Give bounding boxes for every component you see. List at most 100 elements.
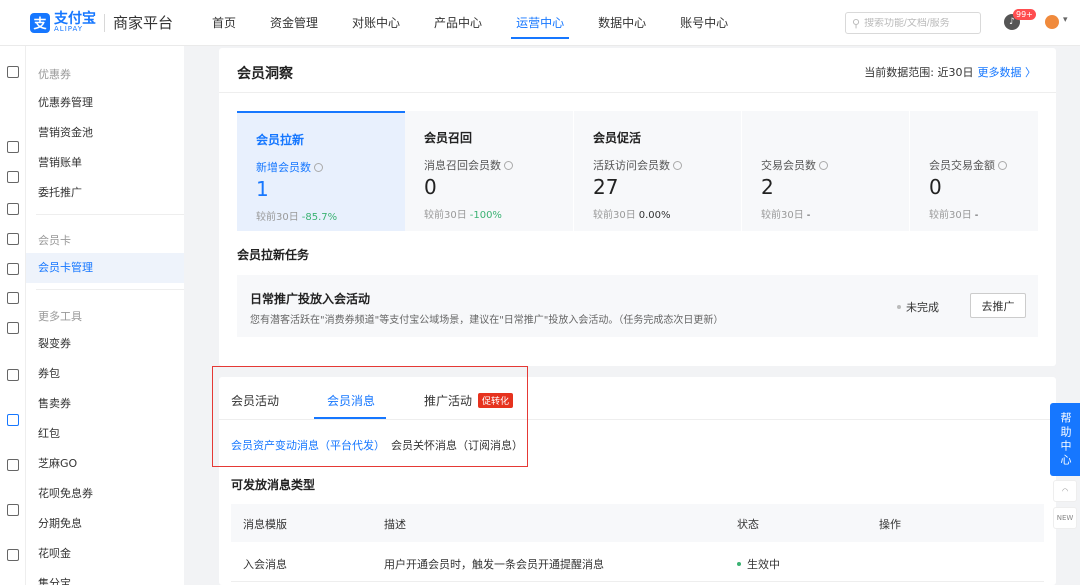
brand-title: 商家平台 — [113, 14, 174, 32]
stat-heading: 会员拉新 — [256, 133, 305, 147]
cell-status: 生效中 — [737, 556, 780, 572]
alipay-icon: 支 — [30, 12, 50, 33]
target-icon[interactable] — [7, 549, 19, 561]
highlight-box — [212, 366, 528, 467]
table-row: 入会消息 用户开通会员时，触发一条会员开通提醒消息 生效中 — [231, 542, 1044, 582]
info-icon[interactable] — [673, 161, 682, 170]
avatar[interactable] — [1045, 15, 1059, 29]
nav-funds[interactable]: 资金管理 — [253, 0, 335, 46]
stat-heading: 会员召回 — [424, 131, 473, 145]
nav-operations[interactable]: 运营中心 — [499, 0, 581, 46]
sidebar-item-fission-coupon[interactable]: 裂变券 — [26, 329, 184, 359]
receipt-icon[interactable] — [7, 171, 19, 183]
stat-compare: 较前30日 -85.7% — [256, 212, 338, 223]
top-nav-menu: 首页 资金管理 对账中心 产品中心 运营中心 数据中心 账号中心 — [195, 0, 745, 46]
document-icon[interactable] — [7, 369, 19, 381]
info-icon[interactable] — [998, 161, 1007, 170]
nav-products[interactable]: 产品中心 — [417, 0, 499, 46]
icon-rail — [0, 46, 26, 585]
stat-active-members[interactable]: 会员促活 活跃访问会员数 27 较前30日 0.00% — [574, 111, 742, 231]
task-status: 未完成 — [897, 299, 939, 315]
status-dot — [737, 562, 741, 566]
data-range: 当前数据范围: 近30日 更多数据 〉 — [864, 64, 1036, 80]
stat-compare: 较前30日 - — [929, 210, 979, 221]
nav-reconciliation[interactable]: 对账中心 — [335, 0, 417, 46]
task-card: 日常推广投放入会活动 您有潜客活跃在"消费券频道"等支付宝公域场景，建议在"日常… — [237, 275, 1038, 337]
info-icon[interactable] — [819, 161, 828, 170]
sidebar-item-marketing-bill[interactable]: 营销账单 — [26, 148, 184, 178]
tablet-icon[interactable] — [7, 233, 19, 245]
stat-label: 新增会员数 — [256, 159, 323, 175]
stat-label: 活跃访问会员数 — [593, 157, 682, 173]
sidebar-item-delegated-promo[interactable]: 委托推广 — [26, 178, 184, 208]
task-name: 日常推广投放入会活动 — [250, 292, 371, 306]
screen-icon[interactable] — [7, 66, 19, 78]
nav-data[interactable]: 数据中心 — [581, 0, 663, 46]
column-header: 操作 — [879, 518, 901, 531]
more-data-link[interactable]: 更多数据 〉 — [978, 66, 1037, 79]
column-header: 消息模版 — [243, 518, 287, 531]
sidebar-item-coupon-manage[interactable]: 优惠券管理 — [26, 88, 184, 118]
sidebar-item-red-packet[interactable]: 红包 — [26, 419, 184, 449]
notification-badge: 99+ — [1013, 9, 1036, 20]
stat-transaction-amount[interactable]: 会员交易金额 0 较前30日 - — [910, 111, 1038, 231]
status-dot — [897, 305, 901, 309]
settings-icon[interactable] — [7, 504, 19, 516]
stat-heading: 会员促活 — [593, 131, 642, 145]
headset-icon[interactable]: ◠ — [1053, 480, 1077, 502]
cube-icon[interactable] — [7, 141, 19, 153]
sidebar-item-sale-coupon[interactable]: 售卖券 — [26, 389, 184, 419]
sidebar-divider — [36, 214, 184, 215]
stat-new-members[interactable]: 会员拉新 新增会员数 1 较前30日 -85.7% — [237, 111, 405, 231]
logo-cn-text: 支付宝 — [54, 11, 96, 27]
stat-compare: 较前30日 -100% — [424, 210, 502, 221]
column-header: 描述 — [384, 518, 406, 531]
new-icon[interactable]: NEW — [1053, 507, 1077, 529]
stat-transaction-members[interactable]: 交易会员数 2 较前30日 - — [742, 111, 910, 231]
alipay-logo[interactable]: 支 支付宝 ALIPAY 商家平台 — [30, 12, 175, 33]
range-label: 当前数据范围: 近30日 — [864, 66, 974, 79]
search-input[interactable] — [864, 17, 975, 29]
stats-panel: 会员拉新 新增会员数 1 较前30日 -85.7% 会员召回 消息召回会员数 0 … — [237, 111, 1038, 231]
member-insight-card: 会员洞察 当前数据范围: 近30日 更多数据 〉 会员拉新 新增会员数 1 较前3… — [219, 48, 1056, 366]
stat-value: 0 — [929, 175, 942, 199]
stat-value: 1 — [256, 177, 269, 201]
shop-icon[interactable] — [7, 414, 19, 426]
cloud-icon[interactable] — [7, 459, 19, 471]
stat-compare: 较前30日 0.00% — [593, 210, 671, 221]
table-header: 消息模版 描述 状态 操作 — [231, 504, 1044, 542]
promote-button[interactable]: 去推广 — [970, 293, 1026, 318]
sidebar-item-coupon-pack[interactable]: 券包 — [26, 359, 184, 389]
list-icon[interactable] — [7, 292, 19, 304]
logo-en-text: ALIPAY — [54, 25, 84, 33]
sidebar-item-jifenbao[interactable]: 集分宝 — [26, 569, 184, 585]
chevron-down-icon[interactable]: ▾ — [1063, 15, 1068, 25]
search-box[interactable]: ⚲ — [845, 12, 981, 34]
nav-account[interactable]: 账号中心 — [663, 0, 745, 46]
sidebar-group-coupon: 优惠券 — [38, 68, 71, 81]
sidebar-item-zhima-go[interactable]: 芝麻GO — [26, 449, 184, 479]
nav-home[interactable]: 首页 — [195, 0, 253, 46]
sidebar: 优惠券 优惠券管理 营销资金池 营销账单 委托推广 会员卡 会员卡管理 更多工具… — [26, 46, 184, 585]
sidebar-item-card-manage[interactable]: 会员卡管理 — [26, 253, 184, 283]
sidebar-item-fund-pool[interactable]: 营销资金池 — [26, 118, 184, 148]
search-icon: ⚲ — [852, 16, 861, 30]
section-title: 可发放消息类型 — [231, 478, 316, 492]
gamepad-icon[interactable] — [7, 322, 19, 334]
stat-value: 0 — [424, 175, 437, 199]
sidebar-group-tools: 更多工具 — [38, 310, 82, 323]
logo-divider — [104, 13, 105, 32]
sidebar-item-huabei-gold[interactable]: 花呗金 — [26, 539, 184, 569]
users-icon[interactable] — [7, 203, 19, 215]
info-icon[interactable] — [504, 161, 513, 170]
sidebar-group-card: 会员卡 — [38, 234, 71, 247]
info-icon[interactable] — [314, 163, 323, 172]
stat-recalled-members[interactable]: 会员召回 消息召回会员数 0 较前30日 -100% — [405, 111, 573, 231]
message-types-table: 消息模版 描述 状态 操作 入会消息 用户开通会员时，触发一条会员开通提醒消息 … — [231, 504, 1044, 582]
stat-label: 会员交易金额 — [929, 157, 1007, 173]
sidebar-item-installment[interactable]: 分期免息 — [26, 509, 184, 539]
gift-icon[interactable] — [7, 263, 19, 275]
sidebar-divider — [36, 289, 184, 290]
sidebar-item-huabei-coupon[interactable]: 花呗免息券 — [26, 479, 184, 509]
help-center-button[interactable]: 帮助中心 — [1050, 403, 1080, 476]
